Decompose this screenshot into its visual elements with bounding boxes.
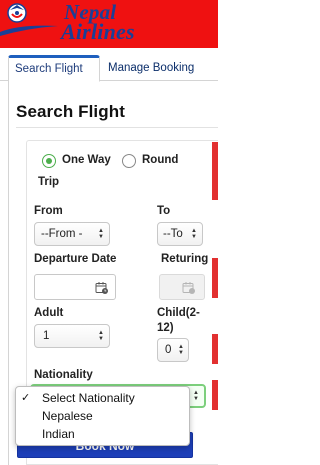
- edge-decoration: [212, 380, 218, 410]
- to-select[interactable]: --To ▲ ▼: [157, 222, 203, 246]
- from-select[interactable]: --From - ▲ ▼: [34, 222, 110, 246]
- nationality-option[interactable]: ✓ Select Nationality: [16, 389, 191, 407]
- site-header: Nepal Airlines: [0, 0, 218, 48]
- from-label: From: [34, 205, 63, 217]
- child-select-value: 0: [165, 344, 172, 356]
- tab-bar: Search Flight Manage Booking: [0, 55, 218, 82]
- calendar-icon: [182, 282, 195, 294]
- round-trip-label-suffix: Trip: [38, 176, 60, 188]
- nationality-label: Nationality: [34, 369, 93, 381]
- from-select-value: --From -: [41, 228, 83, 240]
- round-trip-label: Round: [142, 154, 179, 166]
- nationality-option[interactable]: Nepalese: [16, 407, 191, 425]
- child-select[interactable]: 0 ▲ ▼: [157, 338, 189, 362]
- nationality-option-label: Indian: [42, 427, 75, 441]
- adult-select[interactable]: 1 ▲ ▼: [34, 324, 110, 348]
- brand-name-line2: Airlines: [61, 19, 135, 44]
- to-select-value: --To: [163, 228, 183, 240]
- one-way-label: One Way: [62, 154, 111, 166]
- return-date-label: Returing: [161, 253, 209, 265]
- select-arrows-icon: ▲ ▼: [98, 330, 104, 342]
- select-arrows-icon: ▲ ▼: [191, 228, 197, 240]
- tab-manage-booking[interactable]: Manage Booking: [102, 55, 200, 81]
- return-date-input[interactable]: [159, 274, 205, 300]
- one-way-radio[interactable]: [42, 154, 56, 168]
- tab-search-flight[interactable]: Search Flight: [8, 55, 100, 82]
- title-divider: [16, 127, 218, 128]
- child-label-line1: Child(2-: [157, 307, 200, 319]
- nationality-option-label: Select Nationality: [42, 391, 135, 405]
- select-arrows-icon: ▲ ▼: [193, 390, 199, 402]
- round-trip-radio[interactable]: [122, 154, 136, 168]
- page: Nepal Airlines Search Flight Manage Book…: [0, 0, 218, 465]
- edge-decoration: [212, 142, 218, 200]
- adult-label: Adult: [34, 307, 64, 319]
- adult-select-value: 1: [43, 330, 50, 342]
- nationality-dropdown: ✓ Select Nationality Nepalese Indian: [15, 386, 190, 446]
- page-title: Search Flight: [16, 102, 125, 121]
- brand-swoosh-icon: [0, 25, 58, 36]
- child-label-line2: 12): [157, 322, 174, 334]
- departure-date-label: Departure Date: [34, 253, 117, 265]
- checkmark-icon: ✓: [21, 392, 31, 404]
- to-label: To: [157, 205, 171, 217]
- nationality-option[interactable]: Indian: [16, 425, 191, 443]
- airline-emblem-icon: [7, 3, 27, 23]
- select-arrows-icon: ▲ ▼: [178, 344, 184, 356]
- nationality-option-label: Nepalese: [42, 409, 93, 423]
- edge-decoration: [212, 334, 218, 364]
- calendar-icon: [95, 282, 108, 294]
- select-arrows-icon: ▲ ▼: [98, 228, 104, 240]
- departure-date-input[interactable]: [34, 274, 116, 300]
- edge-decoration: [212, 258, 218, 298]
